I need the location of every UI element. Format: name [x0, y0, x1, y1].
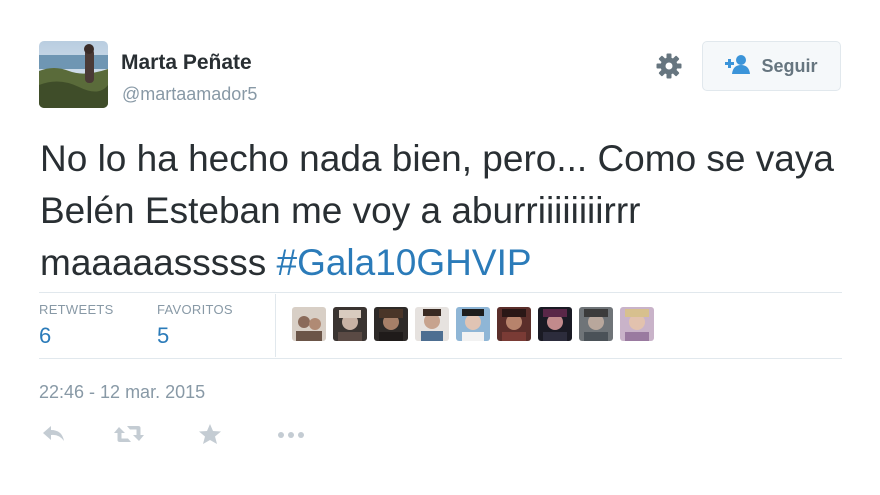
retweet-icon[interactable] — [114, 423, 144, 450]
divider — [39, 292, 842, 293]
favoriters-avatars — [292, 307, 654, 341]
user-display-name[interactable]: Marta Peñate — [121, 51, 252, 75]
retweets-count: 6 — [39, 323, 52, 348]
more-dots-icon[interactable] — [276, 423, 306, 450]
user-handle[interactable]: @martaamador5 — [122, 84, 257, 105]
divider — [39, 358, 842, 359]
favorites-count: 5 — [157, 323, 170, 348]
favoriter-avatar[interactable] — [333, 307, 367, 341]
tweet-timestamp[interactable]: 22:46 - 12 mar. 2015 — [39, 382, 205, 403]
favoriter-avatar[interactable] — [415, 307, 449, 341]
favoriter-avatar[interactable] — [538, 307, 572, 341]
tweet-text: No lo ha hecho nada bien, pero... Como s… — [40, 133, 840, 289]
gear-icon[interactable] — [655, 52, 683, 80]
favoriter-avatar[interactable] — [292, 307, 326, 341]
add-user-icon — [725, 54, 751, 79]
favoriter-avatar[interactable] — [620, 307, 654, 341]
favorites-label: FAVORITOS — [157, 302, 233, 317]
favoriter-avatar[interactable] — [579, 307, 613, 341]
hashtag-link[interactable]: #Gala10GHVIP — [277, 242, 532, 283]
user-avatar[interactable] — [39, 41, 108, 108]
favorites-stat[interactable]: FAVORITOS 5 — [157, 302, 233, 349]
reply-icon[interactable] — [41, 423, 67, 450]
stats-divider — [275, 294, 276, 357]
follow-button-label: Seguir — [761, 55, 818, 76]
retweets-label: RETWEETS — [39, 302, 114, 317]
favorite-star-icon[interactable] — [198, 423, 222, 450]
favoriter-avatar[interactable] — [374, 307, 408, 341]
favoriter-avatar[interactable] — [456, 307, 490, 341]
favoriter-avatar[interactable] — [497, 307, 531, 341]
follow-button[interactable]: Seguir — [702, 41, 841, 91]
retweets-stat[interactable]: RETWEETS 6 — [39, 302, 114, 349]
